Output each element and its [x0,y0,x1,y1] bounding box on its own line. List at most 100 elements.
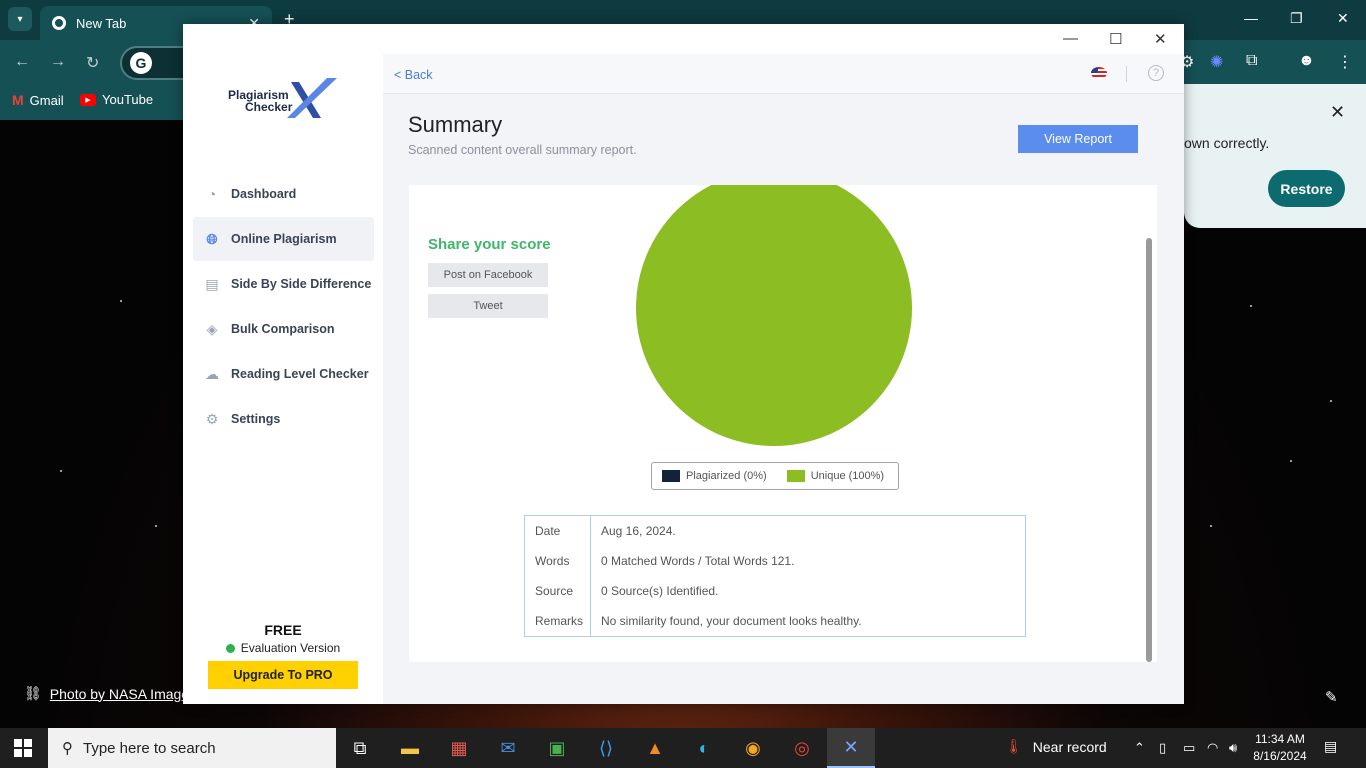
row-value: No similarity found, your document looks… [601,614,862,629]
taskbar-search[interactable]: ⚲ Type here to search [48,728,336,768]
edge-icon[interactable]: ◐ [680,728,728,768]
youtube-icon: ▶ [80,93,96,106]
layers-icon: ◈ [206,320,218,337]
main-content: < Back ? Summary Scanned content overall… [383,54,1184,704]
search-icon: ⚲ [62,740,73,757]
task-view-icon[interactable]: ⧉ [336,728,384,768]
clock-time: 11:34 AM [1255,732,1305,746]
chrome-menu-icon[interactable]: ⋮ [1337,52,1353,72]
photos-icon[interactable]: ▣ [533,728,581,768]
star [1330,400,1332,402]
star [1290,460,1292,462]
minimize-button[interactable]: — [1063,30,1078,47]
legend-item: Unique (100%) [786,470,885,482]
profile-avatar-icon[interactable]: ☻ [1298,52,1315,70]
taskbar-search-placeholder: Type here to search [83,739,216,757]
table-row: Remarks No similarity found, your docume… [524,606,1026,637]
legend-swatch [786,470,805,482]
nav-item-bulk-comparison[interactable]: ◈ Bulk Comparison [193,307,374,351]
battery-icon[interactable]: ▭ [1183,740,1195,756]
page-title: Summary [408,112,503,137]
row-key: Source [524,576,591,607]
star [155,525,157,527]
view-report-button[interactable]: View Report [1018,125,1138,153]
legend-label: Unique (100%) [810,470,885,482]
weather-text: Near record [1032,738,1107,755]
restore-message: own correctly. [1184,135,1270,151]
nav-label: Dashboard [231,187,297,201]
forward-arrow-icon[interactable]: → [50,53,66,71]
link-icon: ⛓ [24,685,42,701]
maximize-button[interactable]: ☐ [1109,30,1122,48]
mail-icon[interactable]: ✉ [484,728,532,768]
score-pie-chart [636,185,912,446]
tab-search-button[interactable]: ▾ [8,7,32,31]
nav-item-side-by-side[interactable]: ▤ Side By Side Difference [193,262,374,306]
plan-status: Evaluation Version [183,641,383,655]
content-topbar: < Back ? [383,54,1184,94]
browser-close-button[interactable]: ✕ [1337,10,1349,27]
nav-item-reading-level[interactable]: ☁ Reading Level Checker [193,352,374,396]
photo-credit-text[interactable]: Photo by NASA Image [50,686,189,702]
volume-icon[interactable]: 🔊︎ [1229,740,1237,756]
extension-flower-icon[interactable]: ✺ [1210,52,1223,72]
windows-start-icon[interactable] [14,739,32,757]
share-title: Share your score [428,236,551,253]
vscode-icon[interactable]: ⟨⟩ [582,728,630,768]
chrome-favicon-icon [52,16,66,30]
gauge-icon: ◔ [207,186,217,202]
logo-text-line2: Checker [245,100,293,114]
bookmark-gmail[interactable]: M Gmail [12,92,64,108]
content-scrollbar[interactable] [1146,238,1152,662]
plagiarism-checker-window: — ☐ ✕ Plagiarism Checker ◔ Dashboard 🌐︎ … [183,24,1184,704]
microsoft-store-icon[interactable]: ▦ [435,728,483,768]
star [120,300,122,302]
us-flag-icon[interactable] [1091,67,1107,79]
plagiarism-checker-taskbar-icon[interactable]: ✕ [827,728,875,768]
notification-icon[interactable]: ▤ [1324,738,1337,755]
restore-button[interactable]: Restore [1268,170,1345,207]
thermometer-icon: 🌡︎ [1005,738,1023,754]
back-arrow-icon[interactable]: ← [14,53,30,71]
weather-widget[interactable]: 🌡︎ Near record [1005,738,1107,755]
clock-date: 8/16/2024 [1253,749,1307,763]
file-explorer-icon[interactable]: ▬ [386,728,434,768]
bookmark-label: YouTube [102,92,154,107]
close-button[interactable]: ✕ [1154,30,1167,48]
taskbar-clock[interactable]: 11:34 AM 8/16/2024 [1250,731,1310,765]
wifi-icon[interactable]: ◠ [1207,740,1218,756]
chrome-icon[interactable]: ◎ [778,728,826,768]
brave-icon[interactable]: ◉ [729,728,777,768]
post-facebook-button[interactable]: Post on Facebook [428,263,548,287]
popup-close-icon[interactable]: ✕ [1330,102,1345,123]
photo-credit[interactable]: ⛓ Photo by NASA Image [24,685,189,702]
nav-label: Online Plagiarism [231,232,337,246]
nav-label: Bulk Comparison [231,322,335,336]
edit-pencil-icon[interactable]: ✎ [1325,688,1338,706]
vlc-icon[interactable]: ▲ [631,728,679,768]
row-value: Aug 16, 2024. [601,523,676,538]
row-value: 0 Source(s) Identified. [601,584,719,599]
nav-item-settings[interactable]: ⚙ Settings [193,397,374,441]
star [60,470,62,472]
browser-restore-button[interactable]: ❐ [1290,10,1303,27]
upgrade-button[interactable]: Upgrade To PRO [208,661,358,689]
results-table: Date Aug 16, 2024. Words 0 Matched Words… [524,515,1026,637]
restore-pages-popup: own correctly. ✕ Restore [1184,84,1366,228]
nav-item-dashboard[interactable]: ◔ Dashboard [193,172,374,216]
tray-device-icon[interactable]: ▯ [1159,740,1166,756]
help-icon[interactable]: ? [1148,65,1164,81]
back-link[interactable]: < Back [394,68,433,82]
browser-minimize-button[interactable]: — [1244,10,1258,26]
row-key: Remarks [524,606,591,637]
nav-item-online-plagiarism[interactable]: 🌐︎ Online Plagiarism [193,217,374,261]
plan-status-text: Evaluation Version [240,641,341,655]
tray-chevron-icon[interactable]: ⌃ [1134,740,1145,756]
browser-tab-title: New Tab [76,15,127,31]
table-row: Source 0 Source(s) Identified. [524,576,1026,607]
nav-label: Side By Side Difference [231,277,372,291]
reload-icon[interactable]: ↻ [86,53,99,73]
tweet-button[interactable]: Tweet [428,294,548,318]
bookmark-youtube[interactable]: ▶ YouTube [80,92,153,107]
extensions-puzzle-icon[interactable]: ⧉ [1246,52,1257,70]
